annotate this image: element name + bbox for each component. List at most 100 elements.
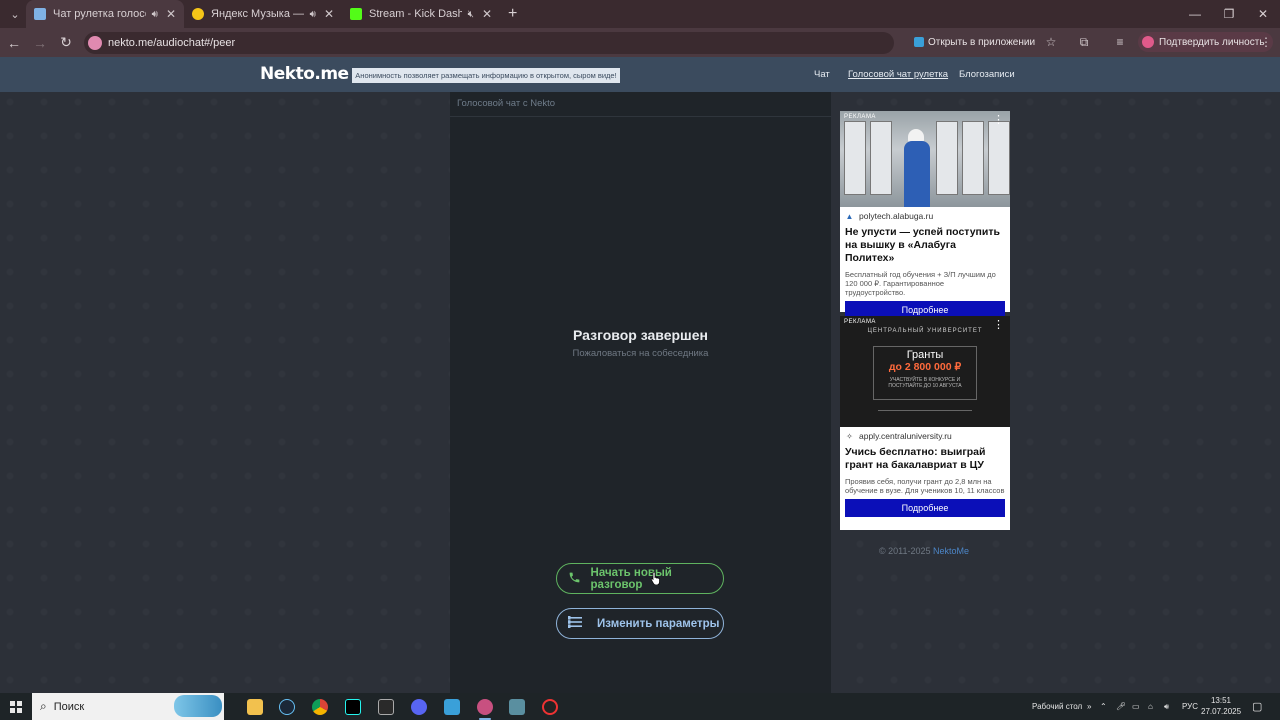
file-explorer-icon[interactable] — [247, 699, 263, 715]
ad-domain-text: apply.centraluniversity.ru — [859, 431, 952, 441]
search-placeholder: Поиск — [53, 700, 85, 713]
minimize-icon[interactable]: — — [1178, 0, 1212, 28]
browser-tab-bar: ⌄ Чат рулетка голосовая — 🔊︎ ✕ Яндекс Му… — [0, 0, 1280, 28]
cabinet-shape — [962, 121, 984, 195]
close-tab-icon[interactable]: ✕ — [166, 7, 176, 21]
network-icon[interactable]: ⌂ — [1148, 693, 1153, 720]
app-window-icon[interactable] — [509, 699, 525, 715]
ad-image-server-room[interactable]: РЕКЛАМА ⋮ — [840, 111, 1010, 207]
ad-title[interactable]: Учись бесплатно: выиграй грант на бакала… — [840, 441, 1010, 472]
restore-icon[interactable]: ❐ — [1212, 0, 1246, 28]
nav-blog[interactable]: Блогозаписи — [959, 69, 1015, 80]
tab-nekto[interactable]: Чат рулетка голосовая — 🔊︎ ✕ — [26, 0, 184, 28]
media-controls-icon[interactable]: ≡ — [1112, 34, 1128, 50]
obs-icon[interactable] — [542, 699, 558, 715]
browser-icon[interactable] — [477, 699, 493, 715]
site-logo[interactable]: Nekto.me — [260, 64, 349, 84]
steam-icon[interactable] — [279, 699, 295, 715]
search-icon: ⌕ — [40, 699, 47, 713]
start-button[interactable] — [0, 693, 32, 720]
nekto-favicon-icon — [34, 8, 46, 20]
clock[interactable]: 13:51 27.07.2025 — [1201, 695, 1241, 717]
complain-link[interactable]: Пожаловаться на собеседника — [450, 348, 831, 359]
notifications-icon[interactable]: ▢ — [1252, 693, 1262, 720]
worker-figure — [904, 141, 930, 207]
epic-games-icon[interactable] — [378, 699, 394, 715]
copyright-text: © 2011-2025 — [879, 546, 931, 556]
cabinet-shape — [844, 121, 866, 195]
tiktok-icon[interactable] — [345, 699, 361, 715]
ad-label: РЕКЛАМА — [844, 114, 876, 120]
ad-more-button[interactable]: Подробнее — [845, 499, 1005, 517]
settings-list-icon — [567, 616, 583, 631]
cu-logo: ЦЕНТРАЛЬНЫЙ УНИВЕРСИТЕТ — [867, 328, 983, 334]
muted-speaker-icon[interactable]: 🔇︎ — [468, 9, 474, 20]
ad-image-grants[interactable]: РЕКЛАМА ⋮ ЦЕНТРАЛЬНЫЙ УНИВЕРСИТЕТ Гранты… — [840, 316, 1010, 427]
grant-note: УЧАСТВУЙТЕ В КОНКУРСЕ И ПОСТУПАЙТЕ ДО 10… — [888, 377, 962, 389]
kick-favicon-icon — [350, 8, 362, 20]
brand-link[interactable]: NektoMe — [933, 546, 969, 556]
grant-amount: до 2 800 000 ₽ — [888, 361, 962, 373]
show-hidden-icons-icon[interactable]: ⌃ — [1100, 693, 1107, 720]
ad-card-alabuga[interactable]: РЕКЛАМА ⋮ ▲ polytech.alabuga.ru Не упуст… — [840, 111, 1010, 319]
discord-icon[interactable] — [411, 699, 427, 715]
chat-header: Голосовой чат с Nekto — [450, 92, 831, 117]
tab-yandex-music[interactable]: Яндекс Музыка — собирае 🔊︎ ✕ — [184, 0, 342, 28]
ad-domain-text: polytech.alabuga.ru — [859, 211, 934, 221]
taskbar-search[interactable]: ⌕ Поиск — [32, 693, 224, 720]
close-tab-icon[interactable]: ✕ — [324, 7, 334, 21]
back-arrow-icon[interactable]: ← — [2, 31, 26, 55]
hand-cursor-icon — [651, 571, 661, 586]
monitor-icon[interactable]: ▭ — [1132, 693, 1140, 720]
conversation-status: Разговор завершен — [573, 327, 708, 343]
ad-description: Проявив себя, получи грант до 2,8 млн на… — [845, 477, 1005, 495]
start-new-conversation-button[interactable]: Начать новый разговор — [556, 563, 724, 594]
open-in-app-label: Открыть в приложении — [928, 36, 1036, 48]
forward-arrow-icon[interactable]: → — [28, 31, 52, 55]
chrome-icon[interactable] — [312, 699, 328, 715]
tab-title: Чат рулетка голосовая — — [53, 8, 146, 20]
chevron-icon[interactable]: » — [1087, 693, 1091, 720]
tab-kick[interactable]: Stream - Kick Dashboard 🔇︎ ✕ — [342, 0, 500, 28]
extensions-icon[interactable]: ⧉ — [1076, 34, 1092, 50]
verify-identity-button[interactable]: Подтвердить личность — [1138, 32, 1273, 52]
language-indicator[interactable]: РУС — [1182, 693, 1198, 720]
tab-search-chevron-icon[interactable]: ⌄ — [4, 3, 26, 25]
clock-time: 13:51 — [1210, 696, 1232, 705]
bookmark-star-icon[interactable]: ☆ — [1043, 34, 1059, 50]
speaker-icon[interactable]: 🔊︎ — [310, 9, 316, 20]
yandex-music-favicon-icon — [192, 8, 204, 20]
ad-card-central-university[interactable]: РЕКЛАМА ⋮ ЦЕНТРАЛЬНЫЙ УНИВЕРСИТЕТ Гранты… — [840, 316, 1010, 530]
volume-icon[interactable]: 🔊︎ — [1164, 693, 1169, 720]
nav-voice-roulette[interactable]: Голосовой чат рулетка — [848, 69, 948, 80]
reload-icon[interactable]: ↻ — [54, 31, 78, 55]
ad-description: Бесплатный год обучения + З/П лучшим до … — [845, 270, 996, 297]
copyright: © 2011-2025 NektoMe — [879, 546, 969, 556]
close-window-icon[interactable]: ✕ — [1246, 0, 1280, 28]
window-controls: — ❐ ✕ — [1178, 0, 1280, 28]
verify-identity-label: Подтвердить личность — [1159, 36, 1265, 48]
ad-title[interactable]: Не упусти — успей поступить на вышку в «… — [840, 221, 1010, 265]
change-parameters-button[interactable]: Изменить параметры — [556, 608, 724, 639]
close-tab-icon[interactable]: ✕ — [482, 7, 492, 21]
nekto-app-icon[interactable] — [444, 699, 460, 715]
tab-title: Stream - Kick Dashboard — [369, 8, 462, 20]
nav-chat[interactable]: Чат — [814, 69, 830, 80]
microphone-icon[interactable]: 🎤︎ — [1116, 693, 1126, 720]
ad-domain: ▲ polytech.alabuga.ru — [840, 207, 1010, 221]
ad-label: РЕКЛАМА — [844, 319, 876, 325]
browser-menu-icon[interactable]: ⋮ — [1258, 34, 1274, 50]
phone-icon — [567, 571, 583, 587]
ad-more-icon[interactable]: ⋮ — [993, 113, 1004, 126]
clock-date: 27.07.2025 — [1201, 707, 1242, 716]
desktop-label[interactable]: Рабочий стол — [1032, 693, 1082, 720]
speaker-icon[interactable]: 🔊︎ — [152, 9, 158, 20]
cu-logo-icon: ✧ — [846, 431, 853, 441]
site-info-icon[interactable] — [88, 35, 102, 50]
cabinet-shape — [870, 121, 892, 195]
cabinet-shape — [988, 121, 1010, 195]
open-in-app-button[interactable]: Открыть в приложении — [914, 32, 1035, 52]
chat-panel: Голосовой чат с Nekto Разговор завершен … — [450, 92, 831, 693]
new-tab-button[interactable]: + — [508, 5, 517, 23]
address-bar[interactable]: nekto.me/audiochat#/peer — [84, 31, 894, 54]
